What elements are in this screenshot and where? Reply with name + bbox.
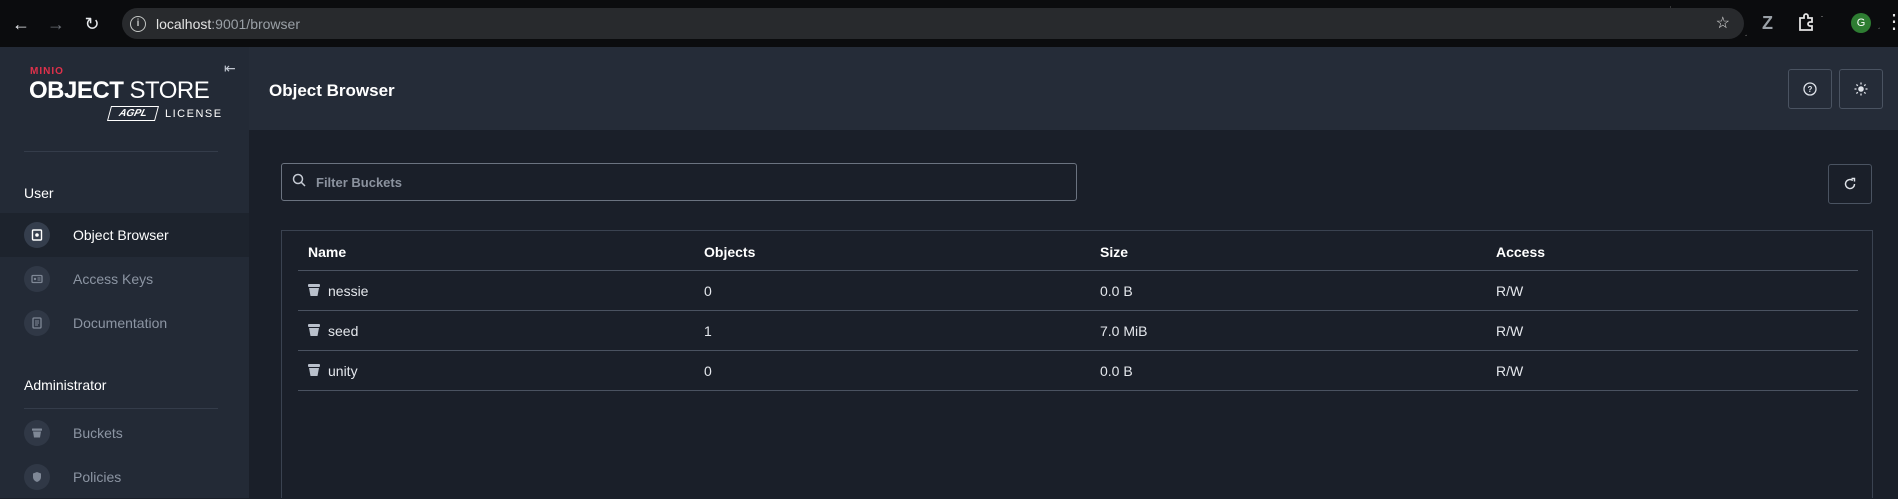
bucket-access: R/W	[1496, 323, 1524, 339]
agpl-badge: AGPL	[106, 106, 160, 121]
brand-label: MINIO	[30, 66, 64, 77]
bucket-name[interactable]: seed	[328, 323, 358, 339]
bucket-size: 0.0 B	[1100, 283, 1133, 299]
policies-icon	[24, 464, 50, 490]
bucket-icon	[308, 324, 320, 336]
bucket-icon	[308, 364, 320, 376]
object-browser-icon	[24, 222, 50, 248]
collapse-sidebar-icon[interactable]: ⇤	[224, 60, 236, 77]
url-path: :9001/browser	[211, 15, 300, 32]
column-header-objects[interactable]: Objects	[704, 244, 755, 260]
documentation-icon	[24, 310, 50, 336]
sidebar-divider	[24, 151, 218, 152]
bookmark-star-icon[interactable]: ☆	[1716, 13, 1730, 33]
product-name: OBJECT STORE	[29, 77, 210, 105]
table-row[interactable]: unity 0 0.0 B R/W	[298, 351, 1858, 391]
column-header-name[interactable]: Name	[308, 244, 346, 260]
page-header: Object Browser ?	[249, 47, 1898, 130]
sidebar-item-buckets[interactable]: Buckets	[0, 411, 249, 455]
bucket-objects: 0	[704, 363, 712, 379]
filter-buckets-input[interactable]	[316, 174, 1056, 190]
bucket-objects: 0	[704, 283, 712, 299]
sidebar-item-access-keys[interactable]: Access Keys	[0, 257, 249, 301]
column-header-size[interactable]: Size	[1100, 244, 1128, 260]
section-title-user: User	[24, 185, 54, 201]
bucket-name[interactable]: nessie	[328, 283, 368, 299]
z-extension-icon[interactable]: Z	[1762, 13, 1773, 34]
bucket-size: 0.0 B	[1100, 363, 1133, 379]
search-icon	[292, 173, 306, 191]
sidebar-divider	[24, 408, 218, 409]
section-title-administrator: Administrator	[24, 377, 107, 393]
product-name-bold: OBJECT	[29, 77, 124, 104]
license-label: LICENSE	[165, 108, 223, 120]
bucket-icon	[24, 420, 50, 446]
sidebar-item-label: Access Keys	[73, 271, 154, 287]
bucket-access: R/W	[1496, 283, 1524, 299]
bucket-name[interactable]: unity	[328, 363, 358, 379]
table-header: Name Objects Size Access	[298, 231, 1858, 271]
sidebar-item-label: Object Browser	[73, 227, 169, 243]
reload-icon[interactable]: ↻	[80, 12, 104, 36]
filter-buckets-field[interactable]	[281, 163, 1077, 201]
profile-avatar[interactable]: G	[1851, 13, 1871, 33]
address-bar[interactable]: i localhost:9001/browser ☆	[122, 8, 1744, 39]
page-title: Object Browser	[269, 81, 395, 100]
extensions-puzzle-icon[interactable]	[1797, 12, 1817, 34]
sidebar-item-documentation[interactable]: Documentation	[0, 301, 249, 345]
access-keys-icon	[24, 266, 50, 292]
browser-menu-icon[interactable]: ⋮	[1884, 10, 1898, 34]
column-header-access[interactable]: Access	[1496, 244, 1545, 260]
sun-icon	[1854, 82, 1868, 96]
back-arrow-icon[interactable]: ←	[9, 12, 33, 36]
table-row[interactable]: seed 1 7.0 MiB R/W	[298, 311, 1858, 351]
minio-logo[interactable]: MINIO OBJECT STORE AGPL LICENSE	[29, 66, 223, 126]
product-name-light: STORE	[129, 77, 210, 104]
url-host: localhost	[156, 15, 212, 32]
buckets-table: Name Objects Size Access nessie 0 0.0 B …	[281, 230, 1873, 498]
refresh-button[interactable]	[1828, 164, 1872, 204]
help-button[interactable]: ?	[1788, 69, 1832, 109]
sidebar-item-object-browser[interactable]: Object Browser	[0, 213, 249, 257]
sidebar-item-label: Documentation	[73, 315, 168, 331]
bucket-objects: 1	[704, 323, 712, 339]
bucket-access: R/W	[1496, 363, 1524, 379]
refresh-icon	[1844, 177, 1856, 190]
forward-arrow-icon[interactable]: →	[44, 12, 68, 36]
theme-toggle-button[interactable]	[1839, 69, 1883, 109]
sidebar: MINIO OBJECT STORE AGPL LICENSE ⇤ User O…	[0, 47, 249, 498]
main-content: Name Objects Size Access nessie 0 0.0 B …	[249, 130, 1898, 498]
help-icon: ?	[1803, 82, 1817, 96]
sidebar-item-policies[interactable]: Policies	[0, 455, 249, 499]
sidebar-item-label: Buckets	[73, 425, 123, 441]
sidebar-item-label: Policies	[73, 469, 122, 485]
bucket-size: 7.0 MiB	[1100, 323, 1148, 339]
svg-text:?: ?	[1808, 85, 1813, 94]
browser-toolbar: ← → ↻ i localhost:9001/browser ☆ Z G ⋮	[0, 0, 1898, 47]
bucket-icon	[308, 284, 320, 296]
table-row[interactable]: nessie 0 0.0 B R/W	[298, 271, 1858, 311]
site-info-icon[interactable]: i	[130, 15, 146, 32]
